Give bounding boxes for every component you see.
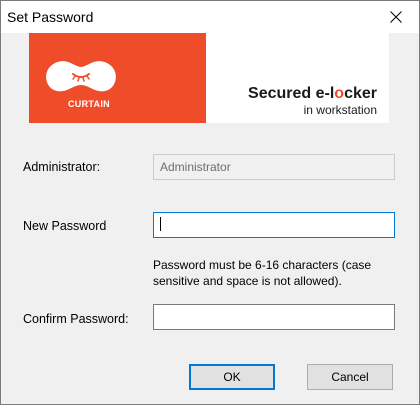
password-hint: Password must be 6-16 characters (case s…	[153, 258, 372, 288]
tagline-sub: in workstation	[303, 103, 377, 117]
admin-field	[153, 154, 395, 180]
new-password-label: New Password	[23, 219, 107, 233]
close-icon	[390, 11, 402, 23]
confirm-password-label: Confirm Password:	[23, 312, 129, 326]
text-caret	[160, 217, 161, 231]
title-bar: Set Password	[1, 1, 419, 33]
set-password-dialog: Set Password CURTAIN Secured e-locker in…	[0, 0, 420, 405]
banner-logo-area: CURTAIN	[29, 33, 206, 123]
confirm-password-field[interactable]	[153, 304, 395, 330]
ok-button[interactable]: OK	[189, 364, 275, 390]
banner-tagline-area: Secured e-locker in workstation	[206, 33, 389, 123]
tagline-main: Secured e-locker	[248, 85, 377, 102]
curtain-logo-icon	[46, 61, 116, 92]
cancel-button[interactable]: Cancel	[307, 364, 393, 390]
product-banner: CURTAIN Secured e-locker in workstation	[29, 33, 389, 123]
logo-text: CURTAIN	[68, 99, 110, 109]
admin-label: Administrator:	[23, 160, 101, 174]
window-title: Set Password	[7, 9, 94, 25]
close-button[interactable]	[373, 1, 419, 33]
new-password-field[interactable]	[153, 212, 395, 238]
